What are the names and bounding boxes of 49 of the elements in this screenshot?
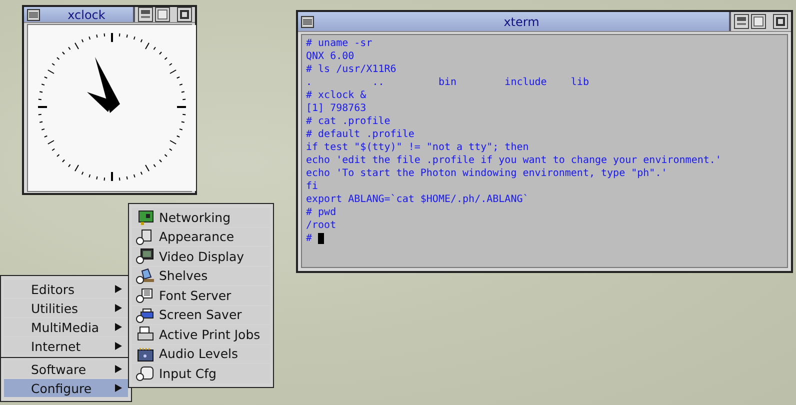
terminal-line: if test "$(tty)" != "not a tty"; then — [306, 141, 530, 154]
maximize-button[interactable] — [155, 7, 170, 22]
terminal-line: # ls /usr/X11R6 — [306, 63, 398, 76]
menu-item[interactable]: Shelves — [132, 266, 270, 285]
menu-item[interactable]: Software — [4, 360, 128, 378]
menu-item[interactable]: Configure — [4, 379, 128, 397]
terminal-line: export ABLANG=`cat $HOME/.ph/.ABLANG` — [306, 193, 530, 206]
window-title: xterm — [502, 14, 540, 28]
terminal-line: fi — [306, 180, 320, 193]
document-icon — [136, 287, 154, 304]
terminal-line: # xclock & — [306, 89, 368, 102]
menu-item[interactable]: Active Print Jobs — [132, 325, 270, 344]
terminal-line: echo 'To start the Photon windowing environment, type "ph".' — [306, 167, 668, 180]
terminal-line: # — [306, 232, 314, 245]
terminal-line: /root — [306, 219, 338, 232]
menu-item[interactable]: Audio Levels — [132, 344, 270, 363]
terminal-line: QNX 6.00 — [306, 50, 356, 63]
terminal-line: . .. bin include lib — [306, 76, 590, 89]
maximize-button[interactable] — [751, 14, 766, 29]
terminal-line: # default .profile — [306, 128, 416, 141]
title-bar[interactable]: xclock — [24, 7, 135, 22]
window-menu-icon[interactable] — [27, 8, 40, 20]
terminal-line: [1] 798763 — [306, 102, 368, 115]
window-title: xclock — [66, 8, 106, 22]
close-button[interactable] — [177, 7, 192, 22]
shelf-icon — [136, 268, 154, 284]
terminal-line: # pwd — [306, 206, 338, 219]
monitor-icon — [136, 248, 154, 264]
terminal-line: # cat .profile — [306, 115, 392, 128]
audio-device-icon — [136, 346, 154, 362]
menu-item[interactable]: Internet — [4, 337, 128, 355]
minimize-button[interactable] — [138, 7, 153, 22]
terminal-line: # uname -sr — [306, 37, 374, 50]
menu-item[interactable]: Editors — [4, 280, 128, 298]
menu-item[interactable]: Screen Saver — [132, 306, 270, 324]
network-card-icon — [136, 209, 154, 226]
title-bar[interactable]: xterm — [298, 12, 731, 31]
menu-item[interactable]: Video Display — [132, 247, 270, 266]
menu-item[interactable]: Utilities — [4, 299, 128, 317]
menu-item[interactable]: Appearance — [132, 228, 270, 246]
menu-item[interactable]: MultiMedia — [4, 318, 128, 336]
menu-item[interactable]: Input Cfg — [132, 364, 270, 382]
printer-icon — [136, 326, 154, 342]
menu-item[interactable]: Font Server — [132, 286, 270, 304]
terminal-line: echo 'edit the file .profile if you want to change your environment.' — [306, 154, 722, 167]
window-menu-icon[interactable] — [301, 16, 314, 28]
minimize-button[interactable] — [734, 14, 749, 29]
menu-item[interactable]: Networking — [132, 208, 270, 226]
close-button[interactable] — [773, 14, 788, 29]
